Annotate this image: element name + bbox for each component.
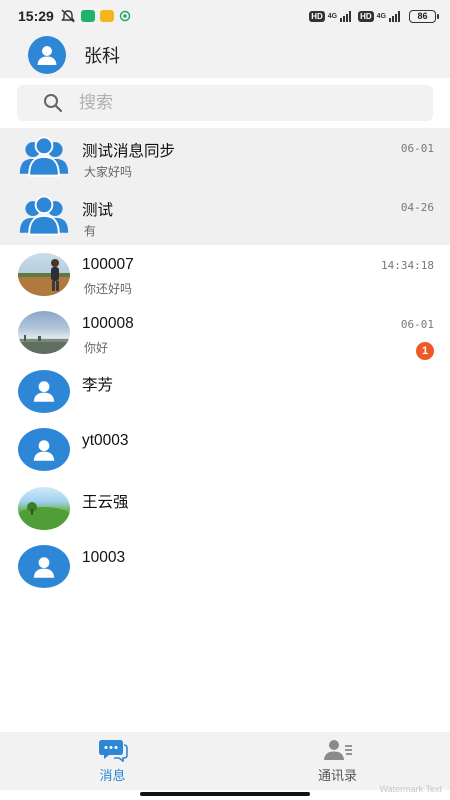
chat-bubble-icon	[98, 740, 128, 762]
app-header: 张科	[0, 32, 450, 78]
person-icon	[33, 440, 55, 461]
status-notification-icons	[60, 9, 131, 23]
tab-messages[interactable]: 消息	[0, 732, 225, 790]
chat-row-text: 10003	[82, 538, 434, 597]
app-notification-swirl-icon	[119, 10, 131, 22]
tab-messages-label: 消息	[99, 768, 126, 783]
unread-badge: 1	[416, 341, 434, 360]
signal-strength-icon	[340, 10, 352, 22]
chat-name: 测试	[82, 201, 114, 219]
chat-row[interactable]: 测试消息同步 大家好吗 06-01	[0, 128, 450, 187]
chat-name: 100007	[82, 256, 134, 273]
network-type-1: 4G	[327, 12, 338, 20]
search-input[interactable]	[79, 93, 379, 113]
chat-list: 测试消息同步 大家好吗 06-01 测试 有 04-26 100007 你还好吗…	[0, 128, 450, 596]
person-icon	[37, 46, 57, 65]
chat-name: 100008	[82, 314, 134, 332]
chat-row[interactable]: yt0003	[0, 421, 450, 480]
chat-time: 04-26	[400, 200, 434, 214]
chat-row[interactable]: 测试 有 04-26	[0, 186, 450, 246]
chat-row[interactable]: 李芳	[0, 362, 450, 421]
chat-preview: 你好	[84, 340, 109, 355]
default-avatar	[18, 428, 70, 472]
default-avatar	[18, 545, 70, 589]
signal-strength-icon	[389, 10, 400, 22]
chat-row-text: 100008 你好 06-01 1	[82, 304, 434, 363]
chat-preview: 大家好吗	[84, 165, 133, 179]
photo-avatar	[18, 311, 70, 355]
group-icon	[19, 136, 69, 177]
chat-row-text: 李芳	[82, 362, 434, 421]
chat-row-text: 王云强	[82, 479, 434, 538]
chat-row[interactable]: 100007 你还好吗 14:34:18	[0, 245, 450, 304]
chat-name: 测试消息同步	[82, 143, 176, 160]
chat-time: 14:34:18	[381, 259, 434, 272]
chat-row-text: 100007 你还好吗 14:34:18	[82, 245, 434, 304]
chat-time: 06-01	[400, 317, 434, 331]
person-photo-icon	[18, 258, 70, 296]
bottom-nav: 消息 通讯录	[0, 732, 450, 790]
watermark: Watermark Text	[379, 784, 442, 794]
chat-row-text: 测试消息同步 大家好吗 06-01	[82, 128, 434, 187]
tab-contacts[interactable]: 通讯录	[225, 732, 450, 790]
home-indicator[interactable]	[140, 792, 310, 796]
chat-preview: 你还好吗	[84, 282, 133, 296]
chat-name: 王云强	[82, 494, 129, 511]
person-icon	[33, 381, 55, 403]
photo-avatar	[18, 486, 70, 530]
chat-row[interactable]: 10003	[0, 538, 450, 597]
chat-name: 李芳	[82, 377, 114, 394]
photo-avatar	[18, 252, 70, 296]
group-avatar	[18, 194, 70, 237]
app-notification-green-icon	[80, 10, 95, 22]
default-avatar	[18, 369, 70, 413]
group-icon	[19, 195, 69, 236]
chat-preview: 有	[84, 223, 97, 238]
sky-photo-icon	[18, 335, 70, 355]
chat-row[interactable]: 王云强	[0, 479, 450, 538]
search-box[interactable]	[17, 85, 433, 121]
chat-row[interactable]: 100008 你好 06-01 1	[0, 304, 450, 363]
chat-row-text: yt0003	[82, 421, 434, 480]
chat-name: yt0003	[82, 431, 129, 449]
user-name: 张科	[84, 46, 120, 66]
status-time: 15:29	[18, 8, 54, 24]
network-type-2: 4G	[376, 12, 386, 20]
mute-icon	[60, 9, 75, 23]
app-notification-yellow-icon	[99, 10, 114, 22]
group-avatar	[18, 136, 70, 179]
search-icon	[44, 94, 63, 113]
status-right-indicators: HD 4G HD 4G 86	[309, 9, 439, 23]
hd-badge-2: HD	[358, 10, 374, 22]
landscape-photo-icon	[18, 501, 70, 530]
person-icon	[33, 557, 55, 578]
contacts-icon	[323, 740, 352, 760]
chat-time: 06-01	[400, 142, 434, 155]
chat-name: 10003	[82, 548, 126, 566]
user-avatar[interactable]	[28, 36, 66, 74]
battery-icon: 86	[409, 9, 439, 23]
hd-badge-1: HD	[309, 10, 325, 22]
search-bar	[0, 78, 450, 128]
chat-row-text: 测试 有 04-26	[82, 187, 434, 246]
status-bar: 15:29 HD 4G HD 4G 86	[0, 0, 450, 32]
tab-contacts-label: 通讯录	[317, 768, 357, 783]
